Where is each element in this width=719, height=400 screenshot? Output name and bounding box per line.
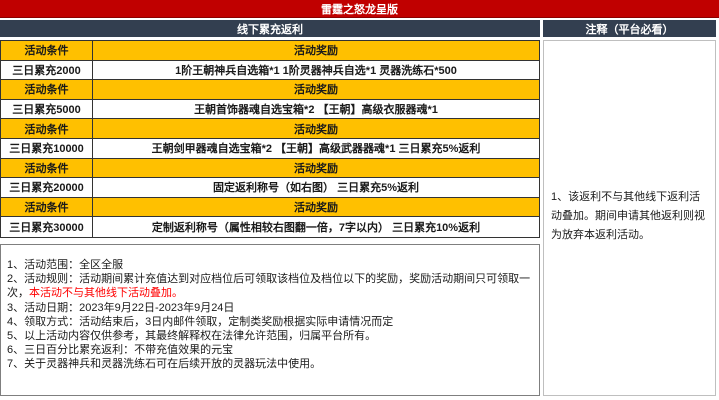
reward-cell: 1阶王朝神兵自选箱*1 1阶灵器神兵自选*1 灵器洗练石*500 xyxy=(175,64,457,77)
reward-header-cell: 活动奖励 xyxy=(294,162,338,175)
note-line: 1、活动范围：全区全服 xyxy=(7,258,531,272)
note-warning-text: 本活动不与其他线下活动叠加。 xyxy=(29,287,183,300)
recharge-table: 活动条件 活动奖励 三日累充2000 1阶王朝神兵自选箱*1 1阶灵器神兵自选*… xyxy=(0,40,540,238)
condition-cell: 三日累充5000 xyxy=(1,99,93,119)
table-row: 三日累充10000 王朝剑甲器魂自选宝箱*2 【王朝】高级武器器魂*1 三日累充… xyxy=(1,138,539,159)
reward-cell: 定制返利称号（属性相较右图翻一倍，7字以内） 三日累充10%返利 xyxy=(151,222,481,235)
annotation-note: 1、该返利不与其他线下返利活动叠加。期间申请其他返利则视为放弃本返利活动。 xyxy=(551,191,705,241)
table-header-row: 活动条件 活动奖励 xyxy=(1,80,539,100)
table-row: 三日累充2000 1阶王朝神兵自选箱*1 1阶灵器神兵自选*1 灵器洗练石*50… xyxy=(1,60,539,81)
left-section-header: 线下累充返利 xyxy=(0,20,540,37)
condition-header-cell: 活动条件 xyxy=(1,119,93,138)
table-row: 三日累充5000 王朝首饰器魂自选宝箱*2 【王朝】高级衣服器魂*1 xyxy=(1,99,539,120)
note-line: 2、活动规则：活动期间累计充值达到对应档位后可领取该档位及档位以下的奖励，奖励活… xyxy=(7,272,531,300)
table-header-row: 活动条件 活动奖励 xyxy=(1,197,539,218)
page-title: 雷霆之怒龙呈版 xyxy=(0,0,719,18)
annotation-panel: 1、该返利不与其他线下返利活动叠加。期间申请其他返利则视为放弃本返利活动。 xyxy=(543,40,716,396)
page: 雷霆之怒龙呈版 线下累充返利 活动条件 活动奖励 三日累充2000 1阶王朝神兵… xyxy=(0,0,719,396)
note-line: 3、活动日期：2023年9月22日-2023年9月24日 xyxy=(7,301,531,315)
note-line: 6、三日百分比累充返利：不带充值效果的元宝 xyxy=(7,343,531,357)
note-text: 6、三日百分比累充返利：不带充值效果的元宝 xyxy=(7,344,234,357)
note-text: 5、以上活动内容仅供参考，其最终解释权在法律允许范围，归属平台所有。 xyxy=(7,329,377,342)
condition-header-cell: 活动条件 xyxy=(1,80,93,99)
table-header-row: 活动条件 活动奖励 xyxy=(1,158,539,179)
reward-header-cell: 活动奖励 xyxy=(294,45,338,58)
note-text: 3、活动日期：2023年9月22日-2023年9月24日 xyxy=(7,301,235,314)
right-section-header: 注释（平台必看） xyxy=(543,20,716,37)
condition-cell: 三日累充20000 xyxy=(1,178,93,197)
table-row: 三日累充20000 固定返利称号（如右图） 三日累充5%返利 xyxy=(1,178,539,198)
reward-header-cell: 活动奖励 xyxy=(294,84,338,97)
content: 线下累充返利 活动条件 活动奖励 三日累充2000 1阶王朝神兵自选箱*1 1阶… xyxy=(0,20,719,396)
annotation-section: 注释（平台必看） 1、该返利不与其他线下返利活动叠加。期间申请其他返利则视为放弃… xyxy=(543,20,716,396)
condition-header-cell: 活动条件 xyxy=(1,158,93,178)
reward-cell: 王朝首饰器魂自选宝箱*2 【王朝】高级衣服器魂*1 xyxy=(194,104,438,117)
note-line: 7、关于灵器神兵和灵器洗练石可在后续开放的灵器玩法中使用。 xyxy=(7,357,531,371)
table-header-row: 活动条件 活动奖励 xyxy=(1,41,539,61)
reward-cell: 固定返利称号（如右图） 三日累充5%返利 xyxy=(213,182,419,195)
table-row: 三日累充30000 定制返利称号（属性相较右图翻一倍，7字以内） 三日累充10%… xyxy=(1,217,539,237)
reward-header-cell: 活动奖励 xyxy=(294,202,338,215)
note-line: 5、以上活动内容仅供参考，其最终解释权在法律允许范围，归属平台所有。 xyxy=(7,329,531,343)
notes-section: 1、活动范围：全区全服 2、活动规则：活动期间累计充值达到对应档位后可领取该档位… xyxy=(0,243,540,396)
condition-cell: 三日累充10000 xyxy=(1,138,93,158)
recharge-rebate-section: 线下累充返利 活动条件 活动奖励 三日累充2000 1阶王朝神兵自选箱*1 1阶… xyxy=(0,20,540,396)
condition-header-cell: 活动条件 xyxy=(1,41,93,60)
reward-header-cell: 活动奖励 xyxy=(294,123,338,136)
reward-cell: 王朝剑甲器魂自选宝箱*2 【王朝】高级武器器魂*1 三日累充5%返利 xyxy=(151,143,481,156)
note-text: 1、活动范围：全区全服 xyxy=(7,258,124,271)
note-text: 4、领取方式：活动结束后，3日内邮件领取，定制类奖励根据实际申请情况而定 xyxy=(7,315,394,328)
table-header-row: 活动条件 活动奖励 xyxy=(1,119,539,139)
note-line: 4、领取方式：活动结束后，3日内邮件领取，定制类奖励根据实际申请情况而定 xyxy=(7,315,531,329)
condition-header-cell: 活动条件 xyxy=(1,197,93,217)
condition-cell: 三日累充2000 xyxy=(1,60,93,80)
condition-cell: 三日累充30000 xyxy=(1,217,93,237)
note-text: 7、关于灵器神兵和灵器洗练石可在后续开放的灵器玩法中使用。 xyxy=(7,358,322,371)
